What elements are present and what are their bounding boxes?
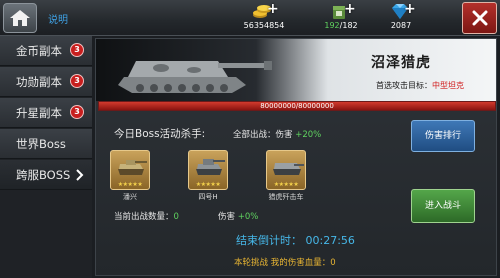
damage-ranking-button[interactable]: 伤害排行 (411, 120, 475, 152)
sidebar-item-merit-dungeon[interactable]: 功勋副本 3 (0, 67, 92, 97)
food-resource[interactable]: + 192/182 (311, 1, 371, 34)
gold-resource[interactable]: + 56354854 (234, 1, 294, 34)
boss-name: 沼泽猎虎 (371, 55, 431, 71)
end-countdown: 结束倒计时： 00:27:56 (236, 234, 355, 247)
add-gold-icon[interactable]: + (267, 1, 279, 17)
notification-badge: 3 (70, 105, 84, 119)
help-link[interactable]: 说明 (48, 11, 68, 26)
killer-tank-slot[interactable]: ★★★★★ (266, 150, 306, 190)
all-out-bonus: 全部出战：伤害 +20% (233, 130, 322, 140)
notification-badge: 3 (70, 43, 84, 57)
sidebar: 金币副本 3 功勋副本 3 升星副本 3 世界Boss 跨服BOSS (0, 36, 92, 278)
current-damage-bonus: 伤害 +0% (218, 212, 259, 222)
tank-name: 四号H (198, 193, 218, 201)
sidebar-item-label: 金币副本 (16, 44, 62, 58)
sidebar-item-star-dungeon[interactable]: 升星副本 3 (0, 98, 92, 128)
tank-stars: ★★★★★ (195, 181, 221, 188)
gem-resource[interactable]: + 2087 (371, 1, 431, 34)
enter-battle-button[interactable]: 进入战斗 (411, 189, 475, 223)
killer-tank-slot[interactable]: ★★★★★ (110, 150, 150, 190)
tank-icon (273, 163, 304, 175)
top-bar: 说明 + 56354854 + 192/182 + 2087 (0, 0, 500, 36)
sidebar-item-label: 世界Boss (16, 137, 66, 151)
boss-tank-illustration (118, 61, 272, 93)
tank-name: 猎虎歼击车 (268, 193, 304, 201)
close-icon (472, 10, 487, 26)
boss-hp-bar: 80000000/80000000 (98, 101, 496, 111)
close-button[interactable] (462, 2, 497, 34)
boss-banner: 沼泽猎虎 首选攻击目标：中型坦克 (96, 39, 496, 101)
tank-icon (196, 159, 225, 175)
tank-icon (118, 160, 147, 175)
add-gem-icon[interactable]: + (404, 1, 416, 17)
chevron-right-icon (76, 169, 84, 181)
sidebar-item-label: 功勋副本 (16, 75, 62, 89)
tank-stars: ★★★★★ (273, 181, 299, 188)
home-button[interactable] (3, 3, 37, 33)
round-damage: 本轮挑战 我的伤害血量：0 (234, 258, 336, 268)
killers-title: 今日Boss活动杀手: (114, 128, 206, 140)
killer-tank-slot[interactable]: ★★★★★ (188, 150, 228, 190)
home-icon (10, 10, 30, 26)
sidebar-item-world-boss[interactable]: 世界Boss (0, 129, 92, 159)
boss-hp-text: 80000000/80000000 (260, 102, 334, 110)
add-food-icon[interactable]: + (344, 1, 356, 17)
gem-value: 2087 (390, 21, 412, 30)
tank-name: 潘兴 (123, 193, 137, 201)
preferred-target: 首选攻击目标：中型坦克 (376, 81, 464, 90)
gold-value: 56354854 (243, 21, 285, 30)
current-deploy-count: 当前出战数量：0 (114, 212, 179, 222)
notification-badge: 3 (70, 74, 84, 88)
sidebar-item-label: 升星副本 (16, 106, 62, 120)
sidebar-item-label: 跨服BOSS (16, 168, 71, 182)
sidebar-item-cross-server-boss[interactable]: 跨服BOSS (0, 160, 92, 190)
tank-stars: ★★★★★ (117, 181, 143, 188)
food-value: 192/182 (324, 21, 358, 30)
boss-panel: 沼泽猎虎 首选攻击目标：中型坦克 80000000/80000000 今日Bos… (95, 38, 497, 276)
sidebar-item-gold-dungeon[interactable]: 金币副本 3 (0, 36, 92, 66)
